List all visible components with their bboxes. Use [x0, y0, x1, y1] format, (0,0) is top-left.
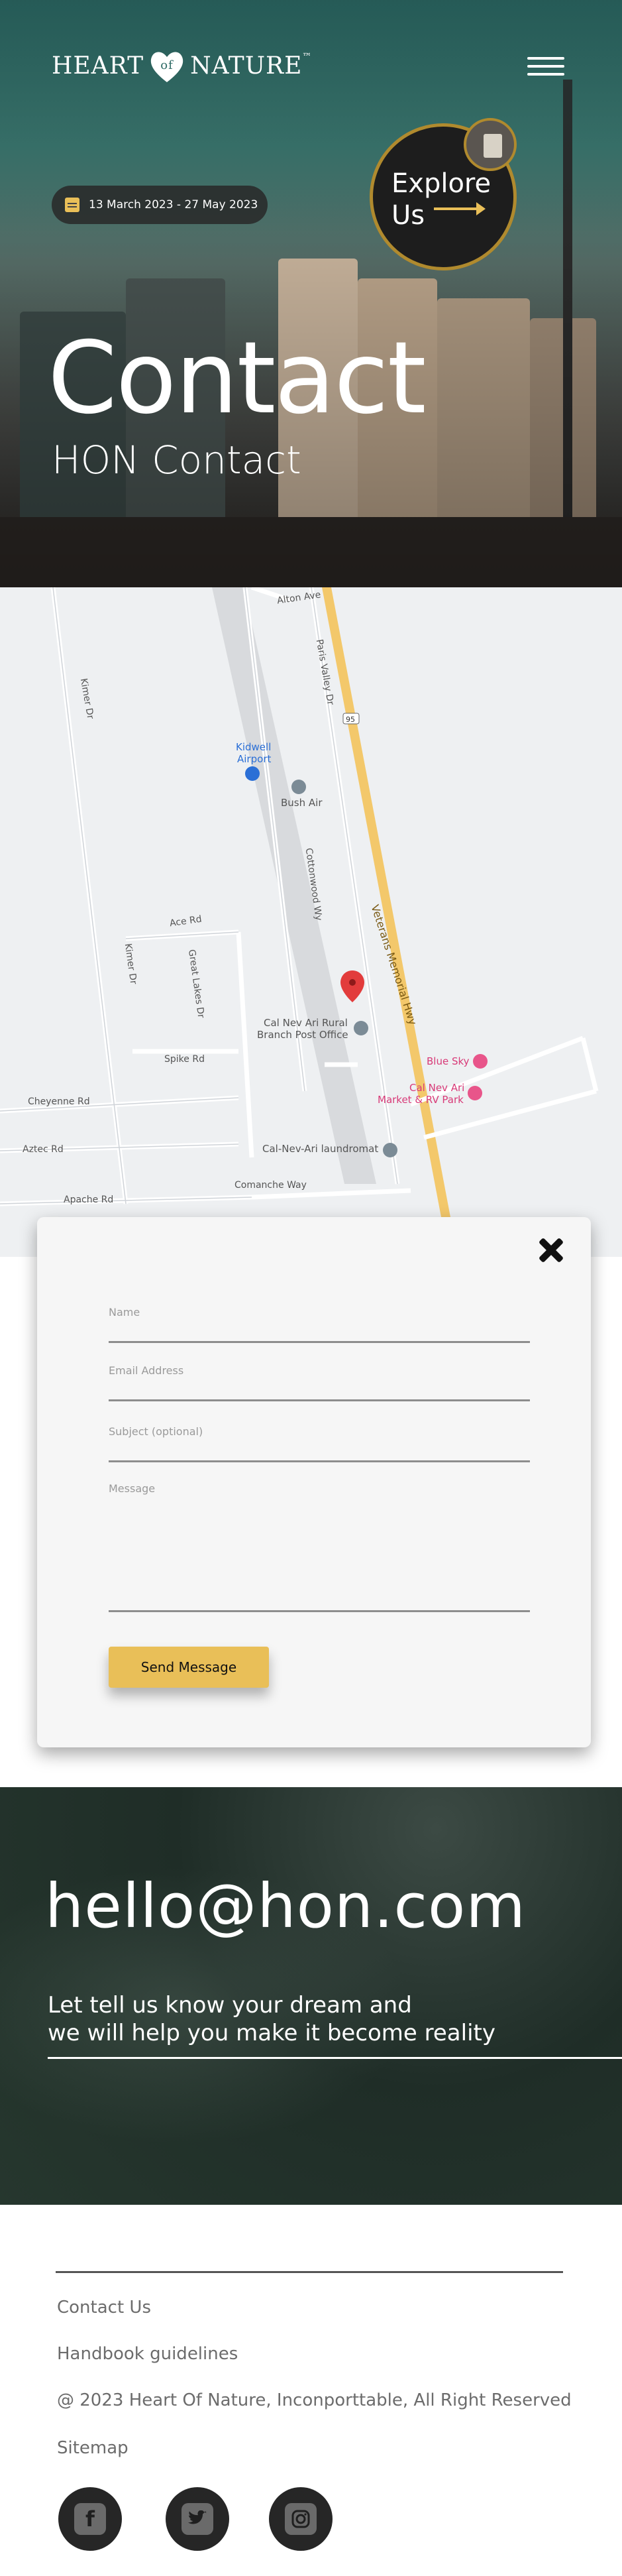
- page-title: Contact: [48, 321, 427, 436]
- business-icon[interactable]: [291, 780, 306, 794]
- contact-email[interactable]: hello@hon.com: [45, 1871, 526, 1942]
- logo-text-left: HEART: [52, 52, 144, 80]
- map-pin-icon: [340, 970, 364, 1002]
- footer-copyright: @ 2023 Heart Of Nature, Inconporttable, …: [57, 2390, 572, 2410]
- map-label: Apache Rd: [64, 1195, 114, 1205]
- map-label: Aztec Rd: [23, 1144, 64, 1155]
- footer-link-contact-us[interactable]: Contact Us: [57, 2298, 151, 2317]
- location-map[interactable]: Alton Ave Kimer Dr Paris Valley Dr 95 Ki…: [0, 587, 622, 1257]
- email-field-placeholder: Email Address: [109, 1364, 184, 1377]
- hamburger-menu-icon[interactable]: [527, 57, 564, 80]
- map-poi-label[interactable]: Blue Sky: [427, 1055, 470, 1067]
- tagline-line-1: Let tell us know your dream and: [48, 1992, 412, 2019]
- tagline-line-2: we will help you make it become reality: [48, 2020, 495, 2046]
- map-roads: [0, 587, 599, 1217]
- map-label: Spike Rd: [164, 1054, 205, 1065]
- map-poi-label[interactable]: Bush Air: [281, 797, 322, 809]
- name-field[interactable]: Name: [109, 1306, 530, 1343]
- send-message-button[interactable]: Send Message: [109, 1647, 269, 1688]
- logo-of-text: of: [160, 58, 174, 72]
- document-badge-icon: [464, 118, 517, 171]
- hero-overlay: [0, 0, 622, 587]
- map-poi-label[interactable]: Cal-Nev-Ari laundromat: [262, 1143, 378, 1155]
- map-poi-label[interactable]: Branch Post Office: [257, 1029, 348, 1041]
- explore-label: Explore: [391, 168, 492, 199]
- brand-logo[interactable]: HEART of NATURE ™: [52, 45, 312, 86]
- airport-icon[interactable]: [245, 766, 260, 781]
- map-poi-label[interactable]: Cal Nev Ari Rural: [264, 1017, 348, 1029]
- subject-field[interactable]: Subject (optional): [109, 1425, 530, 1462]
- message-field[interactable]: Message: [109, 1482, 530, 1612]
- footer-link-sitemap[interactable]: Sitemap: [57, 2438, 129, 2458]
- date-range-text: 13 March 2023 - 27 May 2023: [89, 198, 258, 211]
- map-label: Cheyenne Rd: [28, 1096, 90, 1107]
- date-range-badge: 13 March 2023 - 27 May 2023: [52, 186, 268, 224]
- map-poi-label[interactable]: Market & RV Park: [378, 1094, 464, 1106]
- footer-divider: [56, 2271, 563, 2273]
- twitter-icon[interactable]: [166, 2487, 229, 2551]
- shopping-icon[interactable]: [473, 1054, 488, 1069]
- post-office-icon[interactable]: [354, 1021, 368, 1035]
- facebook-icon[interactable]: f: [58, 2487, 122, 2551]
- message-field-placeholder: Message: [109, 1482, 156, 1495]
- subject-field-placeholder: Subject (optional): [109, 1425, 203, 1438]
- section-divider: [48, 2057, 622, 2059]
- map-poi-label[interactable]: Kidwell: [236, 741, 271, 753]
- email-field[interactable]: Email Address: [109, 1364, 530, 1401]
- route-shield-label: 95: [346, 715, 355, 724]
- laundromat-icon[interactable]: [383, 1143, 397, 1157]
- name-field-placeholder: Name: [109, 1306, 140, 1318]
- footer-link-handbook[interactable]: Handbook guidelines: [57, 2344, 238, 2364]
- calendar-icon: [65, 198, 79, 212]
- instagram-icon[interactable]: [269, 2487, 333, 2551]
- page-subtitle: HON Contact: [52, 438, 301, 483]
- trademark-symbol: ™: [302, 52, 313, 62]
- logo-text-right: NATURE: [190, 52, 303, 80]
- map-poi-label[interactable]: Airport: [237, 753, 271, 765]
- map-label: Comanche Way: [234, 1180, 307, 1191]
- hero-banner: HEART of NATURE ™ 13 March 2023 - 27 May…: [0, 0, 622, 587]
- shopping-icon[interactable]: [468, 1086, 482, 1100]
- map-poi-label[interactable]: Cal Nev Ari: [409, 1082, 464, 1094]
- heart-logo-icon: of: [150, 52, 183, 82]
- arrow-right-icon: [434, 202, 486, 215]
- close-icon[interactable]: [535, 1234, 567, 1266]
- contact-tagline: Let tell us know your dream and we will …: [48, 1991, 495, 2047]
